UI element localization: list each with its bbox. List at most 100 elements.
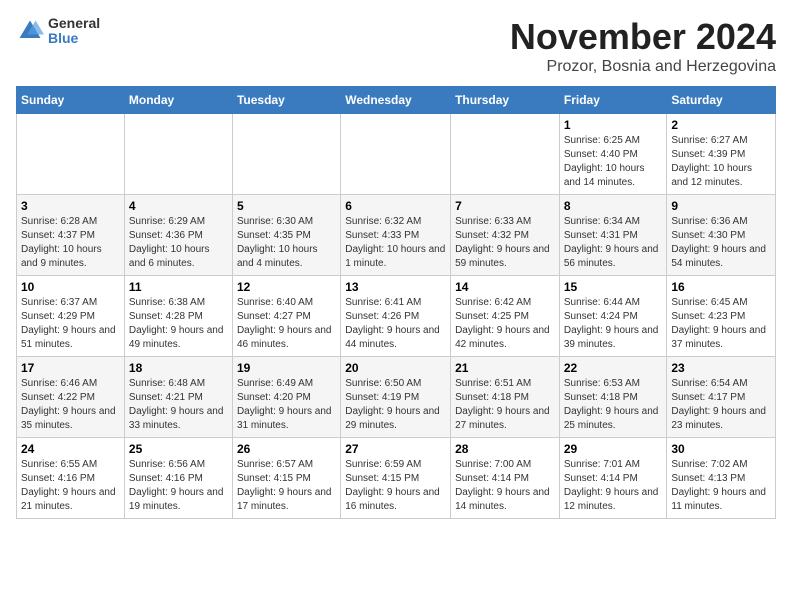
- weekday-header: Sunday: [17, 87, 125, 114]
- calendar-cell: 8Sunrise: 6:34 AM Sunset: 4:31 PM Daylig…: [559, 195, 667, 276]
- day-details: Sunrise: 6:25 AM Sunset: 4:40 PM Dayligh…: [564, 134, 663, 190]
- day-details: Sunrise: 6:37 AM Sunset: 4:29 PM Dayligh…: [21, 296, 120, 352]
- logo-blue-label: Blue: [48, 31, 100, 46]
- day-details: Sunrise: 6:40 AM Sunset: 4:27 PM Dayligh…: [237, 296, 336, 352]
- calendar-cell: 27 Sunrise: 6:59 AM Sunset: 4:15 PM Dayli…: [341, 438, 451, 519]
- calendar-week-row: 10 Sunrise: 6:37 AM Sunset: 4:29 PM Dayli…: [17, 276, 776, 357]
- calendar-cell: 20 Sunrise: 6:50 AM Sunset: 4:19 PM Dayli…: [341, 357, 451, 438]
- logo-icon: [16, 17, 44, 45]
- day-details: Sunrise: 6:36 AM Sunset: 4:30 PM Dayligh…: [671, 215, 771, 271]
- weekday-header: Friday: [559, 87, 667, 114]
- calendar-cell: 2 Sunrise: 6:27 AM Sunset: 4:39 PM Daylig…: [667, 114, 776, 195]
- day-details: Sunrise: 6:44 AM Sunset: 4:24 PM Dayligh…: [564, 296, 663, 352]
- day-details: Sunrise: 6:56 AM Sunset: 4:16 PM Dayligh…: [129, 458, 228, 514]
- calendar-cell: 23Sunrise: 6:54 AM Sunset: 4:17 PM Dayli…: [667, 357, 776, 438]
- calendar-cell: 30 Sunrise: 7:02 AM Sunset: 4:13 PM Dayli…: [667, 438, 776, 519]
- day-number: 28: [455, 442, 555, 456]
- day-details: Sunrise: 6:50 AM Sunset: 4:19 PM Dayligh…: [345, 377, 446, 433]
- day-number: 30: [671, 442, 771, 456]
- day-details: Sunrise: 6:28 AM Sunset: 4:37 PM Dayligh…: [21, 215, 120, 271]
- calendar-cell: 9 Sunrise: 6:36 AM Sunset: 4:30 PM Daylig…: [667, 195, 776, 276]
- day-number: 4: [129, 199, 228, 213]
- day-number: 26: [237, 442, 336, 456]
- day-number: 22: [564, 361, 663, 375]
- month-title: November 2024: [510, 16, 776, 58]
- day-number: 2: [671, 118, 771, 132]
- day-details: Sunrise: 6:27 AM Sunset: 4:39 PM Dayligh…: [671, 134, 771, 190]
- day-number: 12: [237, 280, 336, 294]
- day-details: Sunrise: 7:01 AM Sunset: 4:14 PM Dayligh…: [564, 458, 663, 514]
- day-details: Sunrise: 6:34 AM Sunset: 4:31 PM Dayligh…: [564, 215, 663, 271]
- calendar-cell: 12 Sunrise: 6:40 AM Sunset: 4:27 PM Dayli…: [232, 276, 340, 357]
- day-details: Sunrise: 6:30 AM Sunset: 4:35 PM Dayligh…: [237, 215, 336, 271]
- logo: General Blue: [16, 16, 100, 47]
- day-number: 3: [21, 199, 120, 213]
- day-number: 6: [345, 199, 446, 213]
- day-number: 27: [345, 442, 446, 456]
- header: General Blue November 2024 Prozor, Bosni…: [16, 16, 776, 76]
- calendar-cell: [451, 114, 560, 195]
- day-details: Sunrise: 6:41 AM Sunset: 4:26 PM Dayligh…: [345, 296, 446, 352]
- day-number: 20: [345, 361, 446, 375]
- calendar-cell: [232, 114, 340, 195]
- calendar-cell: 24 Sunrise: 6:55 AM Sunset: 4:16 PM Dayli…: [17, 438, 125, 519]
- calendar-cell: 5 Sunrise: 6:30 AM Sunset: 4:35 PM Daylig…: [232, 195, 340, 276]
- weekday-header-row: SundayMondayTuesdayWednesdayThursdayFrid…: [17, 87, 776, 114]
- calendar-cell: 28 Sunrise: 7:00 AM Sunset: 4:14 PM Dayli…: [451, 438, 560, 519]
- calendar-cell: 29Sunrise: 7:01 AM Sunset: 4:14 PM Dayli…: [559, 438, 667, 519]
- calendar-cell: 21 Sunrise: 6:51 AM Sunset: 4:18 PM Dayli…: [451, 357, 560, 438]
- calendar-cell: 22 Sunrise: 6:53 AM Sunset: 4:18 PM Dayli…: [559, 357, 667, 438]
- day-number: 15: [564, 280, 663, 294]
- day-details: Sunrise: 7:02 AM Sunset: 4:13 PM Dayligh…: [671, 458, 771, 514]
- day-details: Sunrise: 6:55 AM Sunset: 4:16 PM Dayligh…: [21, 458, 120, 514]
- calendar-cell: 26 Sunrise: 6:57 AM Sunset: 4:15 PM Dayli…: [232, 438, 340, 519]
- day-number: 1: [564, 118, 663, 132]
- day-details: Sunrise: 7:00 AM Sunset: 4:14 PM Dayligh…: [455, 458, 555, 514]
- calendar-cell: 6Sunrise: 6:32 AM Sunset: 4:33 PM Daylig…: [341, 195, 451, 276]
- day-details: Sunrise: 6:49 AM Sunset: 4:20 PM Dayligh…: [237, 377, 336, 433]
- day-details: Sunrise: 6:51 AM Sunset: 4:18 PM Dayligh…: [455, 377, 555, 433]
- day-details: Sunrise: 6:59 AM Sunset: 4:15 PM Dayligh…: [345, 458, 446, 514]
- day-details: Sunrise: 6:48 AM Sunset: 4:21 PM Dayligh…: [129, 377, 228, 433]
- weekday-header: Wednesday: [341, 87, 451, 114]
- calendar-week-row: 3 Sunrise: 6:28 AM Sunset: 4:37 PM Daylig…: [17, 195, 776, 276]
- day-number: 5: [237, 199, 336, 213]
- calendar-cell: 7Sunrise: 6:33 AM Sunset: 4:32 PM Daylig…: [451, 195, 560, 276]
- day-details: Sunrise: 6:38 AM Sunset: 4:28 PM Dayligh…: [129, 296, 228, 352]
- calendar-cell: 1 Sunrise: 6:25 AM Sunset: 4:40 PM Daylig…: [559, 114, 667, 195]
- day-number: 10: [21, 280, 120, 294]
- calendar-cell: 3 Sunrise: 6:28 AM Sunset: 4:37 PM Daylig…: [17, 195, 125, 276]
- day-number: 17: [21, 361, 120, 375]
- day-number: 24: [21, 442, 120, 456]
- day-number: 9: [671, 199, 771, 213]
- calendar-cell: [124, 114, 232, 195]
- day-details: Sunrise: 6:42 AM Sunset: 4:25 PM Dayligh…: [455, 296, 555, 352]
- day-number: 13: [345, 280, 446, 294]
- day-details: Sunrise: 6:53 AM Sunset: 4:18 PM Dayligh…: [564, 377, 663, 433]
- calendar-cell: 15 Sunrise: 6:44 AM Sunset: 4:24 PM Dayli…: [559, 276, 667, 357]
- day-details: Sunrise: 6:45 AM Sunset: 4:23 PM Dayligh…: [671, 296, 771, 352]
- calendar-cell: 11Sunrise: 6:38 AM Sunset: 4:28 PM Dayli…: [124, 276, 232, 357]
- logo-general-label: General: [48, 16, 100, 31]
- calendar-cell: 25 Sunrise: 6:56 AM Sunset: 4:16 PM Dayli…: [124, 438, 232, 519]
- weekday-header: Saturday: [667, 87, 776, 114]
- calendar-cell: 19Sunrise: 6:49 AM Sunset: 4:20 PM Dayli…: [232, 357, 340, 438]
- weekday-header: Tuesday: [232, 87, 340, 114]
- calendar-week-row: 24 Sunrise: 6:55 AM Sunset: 4:16 PM Dayli…: [17, 438, 776, 519]
- calendar-cell: 16 Sunrise: 6:45 AM Sunset: 4:23 PM Dayli…: [667, 276, 776, 357]
- day-number: 16: [671, 280, 771, 294]
- day-number: 7: [455, 199, 555, 213]
- location-subtitle: Prozor, Bosnia and Herzegovina: [510, 58, 776, 76]
- calendar-cell: 4 Sunrise: 6:29 AM Sunset: 4:36 PM Daylig…: [124, 195, 232, 276]
- title-area: November 2024 Prozor, Bosnia and Herzego…: [510, 16, 776, 76]
- calendar-cell: [17, 114, 125, 195]
- day-number: 25: [129, 442, 228, 456]
- day-details: Sunrise: 6:29 AM Sunset: 4:36 PM Dayligh…: [129, 215, 228, 271]
- day-number: 21: [455, 361, 555, 375]
- day-details: Sunrise: 6:54 AM Sunset: 4:17 PM Dayligh…: [671, 377, 771, 433]
- calendar-table: SundayMondayTuesdayWednesdayThursdayFrid…: [16, 86, 776, 519]
- calendar-cell: 10 Sunrise: 6:37 AM Sunset: 4:29 PM Dayli…: [17, 276, 125, 357]
- weekday-header: Thursday: [451, 87, 560, 114]
- day-number: 14: [455, 280, 555, 294]
- day-details: Sunrise: 6:57 AM Sunset: 4:15 PM Dayligh…: [237, 458, 336, 514]
